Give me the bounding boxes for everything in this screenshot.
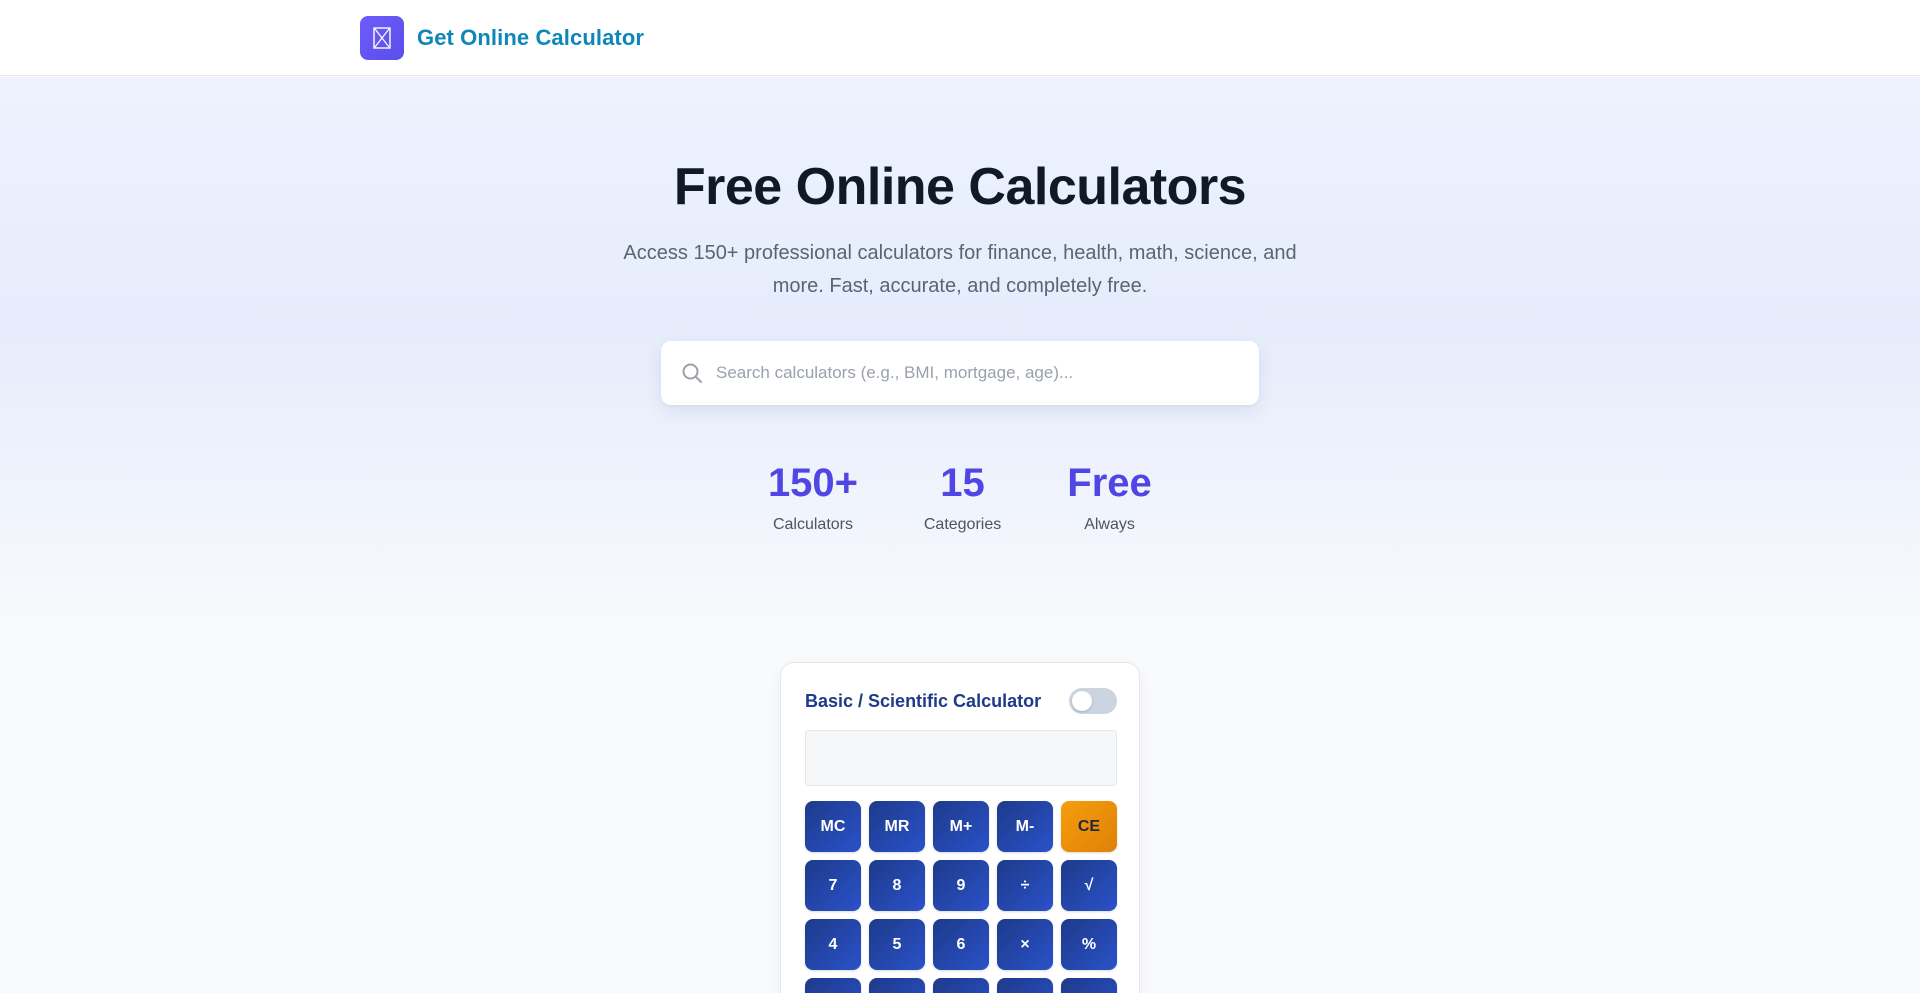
stat-free: Free Always bbox=[1067, 459, 1152, 534]
stats-row: 150+ Calculators 15 Categories Free Alwa… bbox=[0, 459, 1920, 534]
calc-key[interactable] bbox=[1061, 978, 1117, 993]
calc-key[interactable] bbox=[869, 978, 925, 993]
hero-section: Free Online Calculators Access 150+ prof… bbox=[0, 77, 1920, 637]
calc-key[interactable]: M+ bbox=[933, 801, 989, 852]
stat-label: Always bbox=[1084, 516, 1135, 533]
page-title: Free Online Calculators bbox=[673, 158, 1247, 216]
stat-value: 15 bbox=[940, 461, 985, 505]
calc-key[interactable]: MC bbox=[805, 801, 861, 852]
brand-link[interactable]: Get Online Calculator bbox=[360, 16, 644, 60]
calc-key[interactable] bbox=[933, 978, 989, 993]
calculator-display bbox=[805, 730, 1117, 786]
stat-calculators: 150+ Calculators bbox=[768, 459, 858, 534]
calc-key[interactable]: % bbox=[1061, 919, 1117, 970]
search-box bbox=[661, 341, 1259, 405]
calc-key[interactable]: MR bbox=[869, 801, 925, 852]
calc-key[interactable]: 8 bbox=[869, 860, 925, 911]
stat-categories: 15 Categories bbox=[920, 459, 1005, 534]
calc-key[interactable]: 6 bbox=[933, 919, 989, 970]
stat-value: 150+ bbox=[767, 461, 859, 505]
brand-name: Get Online Calculator bbox=[417, 25, 645, 50]
calculator-card: Basic / Scientific Calculator MC MR M+ M- CE… bbox=[780, 662, 1140, 993]
stat-label: Calculators bbox=[772, 516, 853, 533]
stat-label: Categories bbox=[923, 516, 1002, 533]
calculator-icon bbox=[360, 16, 404, 60]
top-navigation-bar: Get Online Calculator bbox=[0, 0, 1920, 76]
calc-key[interactable]: √ bbox=[1061, 860, 1117, 911]
toggle-knob bbox=[1072, 691, 1092, 711]
calculator-title: Basic / Scientific Calculator bbox=[805, 690, 1042, 711]
calc-key[interactable]: CE bbox=[1061, 801, 1117, 852]
calc-key[interactable]: × bbox=[997, 919, 1053, 970]
calc-key[interactable]: 4 bbox=[805, 919, 861, 970]
calculator-keypad: MC MR M+ M- CE 7 8 9 ÷ √ 4 5 6 ×% bbox=[805, 801, 1117, 993]
stat-value: Free bbox=[1067, 461, 1152, 505]
search-icon bbox=[681, 362, 703, 384]
calc-key[interactable]: M- bbox=[997, 801, 1053, 852]
calculator-header: Basic / Scientific Calculator bbox=[805, 688, 1117, 714]
calc-key[interactable]: ÷ bbox=[997, 860, 1053, 911]
search-input[interactable] bbox=[716, 363, 1236, 383]
calc-key[interactable]: 5 bbox=[869, 919, 925, 970]
scientific-mode-toggle[interactable] bbox=[1069, 688, 1117, 714]
calc-key[interactable] bbox=[805, 978, 861, 993]
hero-subtitle: Access 150+ professional calculators for… bbox=[623, 242, 1297, 297]
calc-key[interactable] bbox=[997, 978, 1053, 993]
calc-key[interactable]: 9 bbox=[933, 860, 989, 911]
calc-key[interactable]: 7 bbox=[805, 860, 861, 911]
